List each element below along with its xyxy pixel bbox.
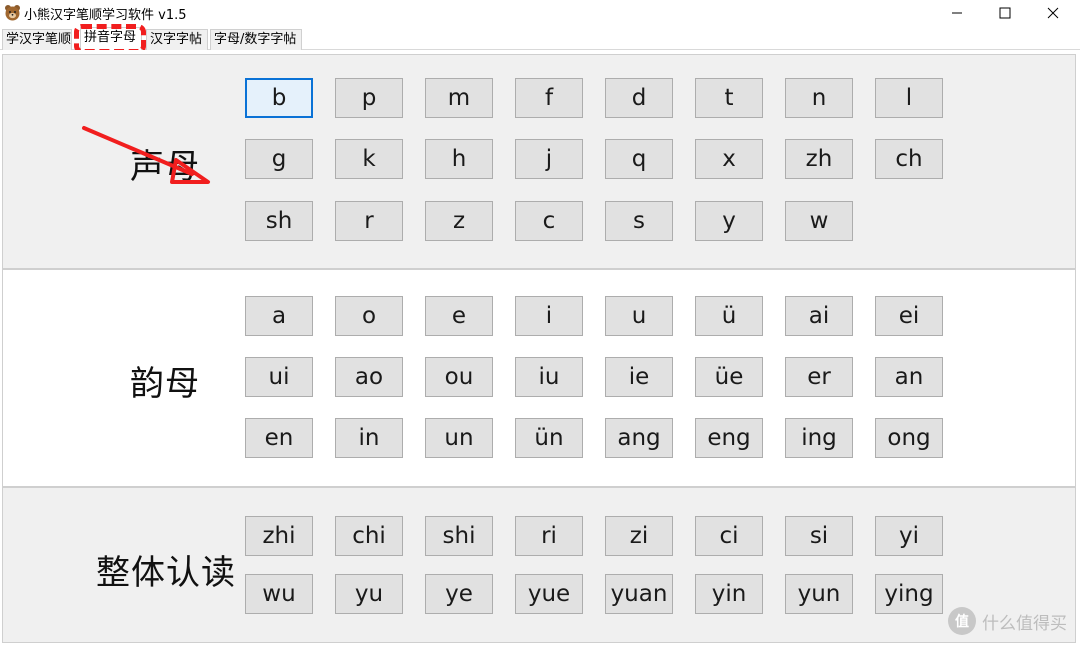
key-initials-13[interactable]: x	[695, 139, 763, 179]
key-initials-6[interactable]: n	[785, 78, 853, 118]
key-initials-9[interactable]: k	[335, 139, 403, 179]
key-finals-10[interactable]: ou	[425, 357, 493, 397]
key-initials-10[interactable]: h	[425, 139, 493, 179]
key-initials-14[interactable]: zh	[785, 139, 853, 179]
key-finals-14[interactable]: er	[785, 357, 853, 397]
key-finals-6[interactable]: ai	[785, 296, 853, 336]
maximize-button[interactable]	[982, 0, 1028, 26]
key-whole-11[interactable]: yue	[515, 574, 583, 614]
key-finals-23[interactable]: ong	[875, 418, 943, 458]
key-whole-0[interactable]: zhi	[245, 516, 313, 556]
window-title: 小熊汉字笔顺学习软件 v1.5	[24, 8, 187, 23]
pinyin-panel: 声母 韵母 整体认读 b p m f d t n l g k h j q x zh ch sh r z c s y w ao…	[0, 50, 1080, 645]
key-finals-22[interactable]: ing	[785, 418, 853, 458]
key-finals-9[interactable]: ao	[335, 357, 403, 397]
key-initials-20[interactable]: s	[605, 201, 673, 241]
key-whole-10[interactable]: ye	[425, 574, 493, 614]
key-finals-12[interactable]: ie	[605, 357, 673, 397]
key-whole-3[interactable]: ri	[515, 516, 583, 556]
key-whole-2[interactable]: shi	[425, 516, 493, 556]
minimize-icon	[952, 12, 962, 14]
tab-hanzi-copybook[interactable]: 汉字字帖	[146, 29, 208, 50]
key-whole-12[interactable]: yuan	[605, 574, 673, 614]
minimize-button[interactable]	[934, 0, 980, 26]
tab-pinyin-letters[interactable]: 拼音字母	[80, 27, 142, 51]
key-whole-9[interactable]: yu	[335, 574, 403, 614]
watermark: 值 什么值得买	[948, 606, 1067, 636]
key-initials-16[interactable]: sh	[245, 201, 313, 241]
finals-label: 韵母	[130, 364, 200, 404]
key-finals-17[interactable]: in	[335, 418, 403, 458]
key-initials-12[interactable]: q	[605, 139, 673, 179]
key-initials-7[interactable]: l	[875, 78, 943, 118]
key-initials-2[interactable]: m	[425, 78, 493, 118]
tab-stroke-order[interactable]: 学汉字笔顺	[2, 29, 72, 50]
key-initials-5[interactable]: t	[695, 78, 763, 118]
key-finals-21[interactable]: eng	[695, 418, 763, 458]
key-whole-4[interactable]: zi	[605, 516, 673, 556]
watermark-logo-icon: 值	[948, 607, 976, 635]
key-initials-15[interactable]: ch	[875, 139, 943, 179]
key-whole-14[interactable]: yun	[785, 574, 853, 614]
key-initials-17[interactable]: r	[335, 201, 403, 241]
tab-letter-number-copybook[interactable]: 字母/数字字帖	[210, 29, 302, 50]
key-initials-22[interactable]: w	[785, 201, 853, 241]
key-finals-8[interactable]: ui	[245, 357, 313, 397]
watermark-text: 什么值得买	[982, 613, 1067, 634]
tab-bar: 学汉字笔顺 拼音字母 汉字字帖 字母/数字字帖	[0, 26, 1080, 51]
key-initials-8[interactable]: g	[245, 139, 313, 179]
title-bar: 小熊汉字笔顺学习软件 v1.5	[0, 0, 1080, 26]
key-initials-18[interactable]: z	[425, 201, 493, 241]
key-finals-16[interactable]: en	[245, 418, 313, 458]
key-initials-4[interactable]: d	[605, 78, 673, 118]
key-finals-20[interactable]: ang	[605, 418, 673, 458]
key-finals-2[interactable]: e	[425, 296, 493, 336]
close-icon	[1047, 7, 1059, 19]
key-whole-7[interactable]: yi	[875, 516, 943, 556]
key-finals-3[interactable]: i	[515, 296, 583, 336]
key-finals-15[interactable]: an	[875, 357, 943, 397]
key-initials-21[interactable]: y	[695, 201, 763, 241]
key-finals-5[interactable]: ü	[695, 296, 763, 336]
whole-syllables-label: 整体认读	[96, 553, 236, 593]
key-initials-11[interactable]: j	[515, 139, 583, 179]
key-finals-11[interactable]: iu	[515, 357, 583, 397]
bear-icon	[5, 5, 20, 21]
key-finals-7[interactable]: ei	[875, 296, 943, 336]
key-initials-19[interactable]: c	[515, 201, 583, 241]
key-whole-5[interactable]: ci	[695, 516, 763, 556]
key-whole-6[interactable]: si	[785, 516, 853, 556]
key-whole-13[interactable]: yin	[695, 574, 763, 614]
annotation-arrow-icon	[82, 126, 210, 184]
key-initials-0[interactable]: b	[245, 78, 313, 118]
key-initials-3[interactable]: f	[515, 78, 583, 118]
key-finals-18[interactable]: un	[425, 418, 493, 458]
key-whole-1[interactable]: chi	[335, 516, 403, 556]
close-button[interactable]	[1030, 0, 1076, 26]
maximize-icon	[999, 7, 1011, 19]
key-whole-15[interactable]: ying	[875, 574, 943, 614]
key-whole-8[interactable]: wu	[245, 574, 313, 614]
key-finals-13[interactable]: üe	[695, 357, 763, 397]
key-initials-1[interactable]: p	[335, 78, 403, 118]
key-finals-1[interactable]: o	[335, 296, 403, 336]
key-finals-4[interactable]: u	[605, 296, 673, 336]
key-finals-19[interactable]: ün	[515, 418, 583, 458]
key-finals-0[interactable]: a	[245, 296, 313, 336]
